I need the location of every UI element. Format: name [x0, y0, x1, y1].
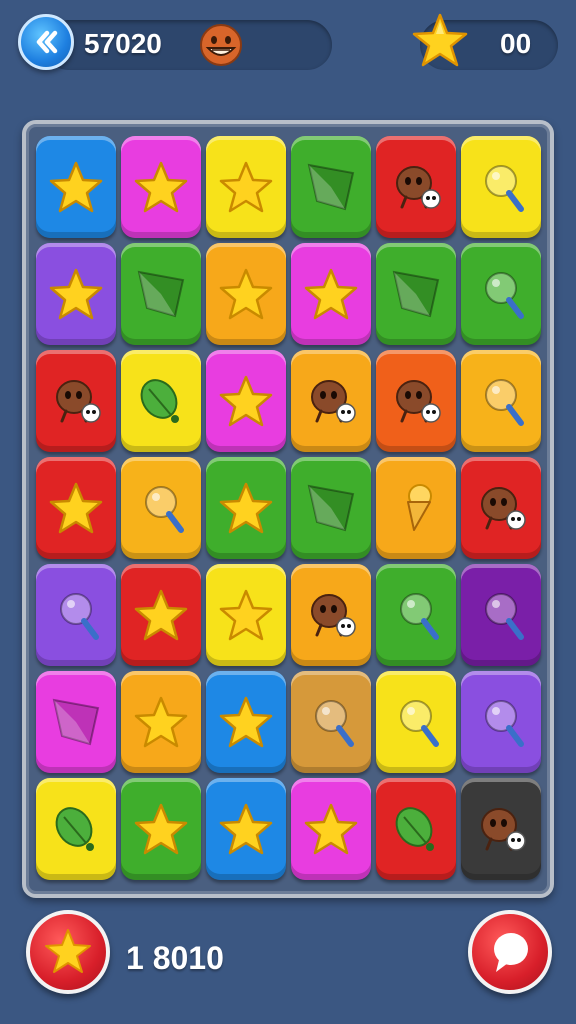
board-tile[interactable] [291, 671, 371, 773]
star-icon [49, 161, 103, 213]
board-tile[interactable] [291, 778, 371, 880]
creature-icon [481, 808, 526, 851]
kite-icon [137, 270, 185, 318]
lollipop-icon [400, 593, 439, 640]
moves-counter: 1 8010 [126, 940, 224, 976]
creature-icon [396, 380, 441, 423]
star-icon [219, 268, 273, 320]
board-tile[interactable] [36, 136, 116, 238]
kite-icon [307, 163, 355, 211]
board-tile[interactable] [121, 243, 201, 345]
game-board [22, 120, 554, 898]
star-icon [219, 589, 273, 641]
stars-value: 00 [500, 28, 532, 59]
board-tile[interactable] [206, 350, 286, 452]
board-tile[interactable] [36, 564, 116, 666]
board-tile[interactable] [376, 457, 456, 559]
board-tile[interactable] [121, 136, 201, 238]
board-tile[interactable] [36, 778, 116, 880]
lollipop-icon [485, 593, 524, 640]
board-tile[interactable] [461, 671, 541, 773]
board-tile[interactable] [121, 671, 201, 773]
board-tile[interactable] [121, 457, 201, 559]
board-tile[interactable] [461, 136, 541, 238]
creature-icon [481, 487, 526, 530]
grinning-face-icon [200, 24, 242, 66]
star-icon [45, 929, 91, 973]
star-icon [49, 268, 103, 320]
lollipop-icon [145, 486, 184, 533]
star-icon [219, 696, 273, 748]
board-tile[interactable] [36, 243, 116, 345]
board-tile[interactable] [206, 243, 286, 345]
board-tile[interactable] [376, 350, 456, 452]
kite-icon [392, 270, 440, 318]
board-tile[interactable] [461, 350, 541, 452]
board-tile[interactable] [121, 350, 201, 452]
star-icon [219, 482, 273, 534]
board-tile[interactable] [461, 457, 541, 559]
chat-bubble-icon [494, 933, 528, 972]
board-tile[interactable] [206, 136, 286, 238]
board-tile[interactable] [206, 457, 286, 559]
kite-icon [307, 484, 355, 532]
back-button[interactable] [18, 14, 74, 70]
board-tile[interactable] [376, 136, 456, 238]
lollipop-icon [315, 700, 354, 747]
star-icon [304, 803, 358, 855]
board-tile[interactable] [376, 671, 456, 773]
star-icon [134, 696, 188, 748]
top-bar: 57020 00 [0, 0, 576, 100]
lollipop-icon [485, 379, 524, 426]
star-icon [134, 161, 188, 213]
lollipop-icon [400, 700, 439, 747]
board-tile[interactable] [206, 778, 286, 880]
star-icon [134, 589, 188, 641]
star-icon [412, 13, 468, 67]
lollipop-icon [485, 165, 524, 212]
creature-icon [56, 380, 101, 423]
board-tile[interactable] [36, 457, 116, 559]
board-tile[interactable] [376, 778, 456, 880]
star-icon [304, 268, 358, 320]
board-tile[interactable] [291, 457, 371, 559]
creature-icon [311, 594, 356, 637]
creature-icon [311, 380, 356, 423]
leaf-icon [140, 379, 179, 423]
board-tile[interactable] [291, 136, 371, 238]
star-booster-button[interactable] [26, 910, 110, 994]
chat-button[interactable] [468, 910, 552, 994]
star-icon [49, 482, 103, 534]
creature-icon [396, 166, 441, 209]
board-tile[interactable] [121, 778, 201, 880]
board-tile[interactable] [461, 564, 541, 666]
board-tile[interactable] [291, 350, 371, 452]
lollipop-icon [60, 593, 99, 640]
board-tile[interactable] [121, 564, 201, 666]
lollipop-icon [485, 700, 524, 747]
board-tile[interactable] [36, 671, 116, 773]
lollipop-icon [485, 272, 524, 319]
star-icon [134, 803, 188, 855]
board-tile[interactable] [206, 564, 286, 666]
board-tile[interactable] [376, 564, 456, 666]
board-tile[interactable] [376, 243, 456, 345]
board-tile[interactable] [291, 564, 371, 666]
score-value: 57020 [84, 28, 162, 59]
kite-icon [52, 698, 100, 746]
leaf-icon [395, 807, 434, 851]
board-tile[interactable] [461, 778, 541, 880]
board-tile[interactable] [206, 671, 286, 773]
star-icon [219, 803, 273, 855]
star-icon [219, 375, 273, 427]
star-icon [219, 161, 273, 213]
ice-cream-icon [407, 484, 432, 531]
board-tile[interactable] [291, 243, 371, 345]
back-arrow-icon [36, 30, 58, 54]
leaf-icon [55, 807, 94, 851]
board-tile[interactable] [461, 243, 541, 345]
board-tile[interactable] [36, 350, 116, 452]
